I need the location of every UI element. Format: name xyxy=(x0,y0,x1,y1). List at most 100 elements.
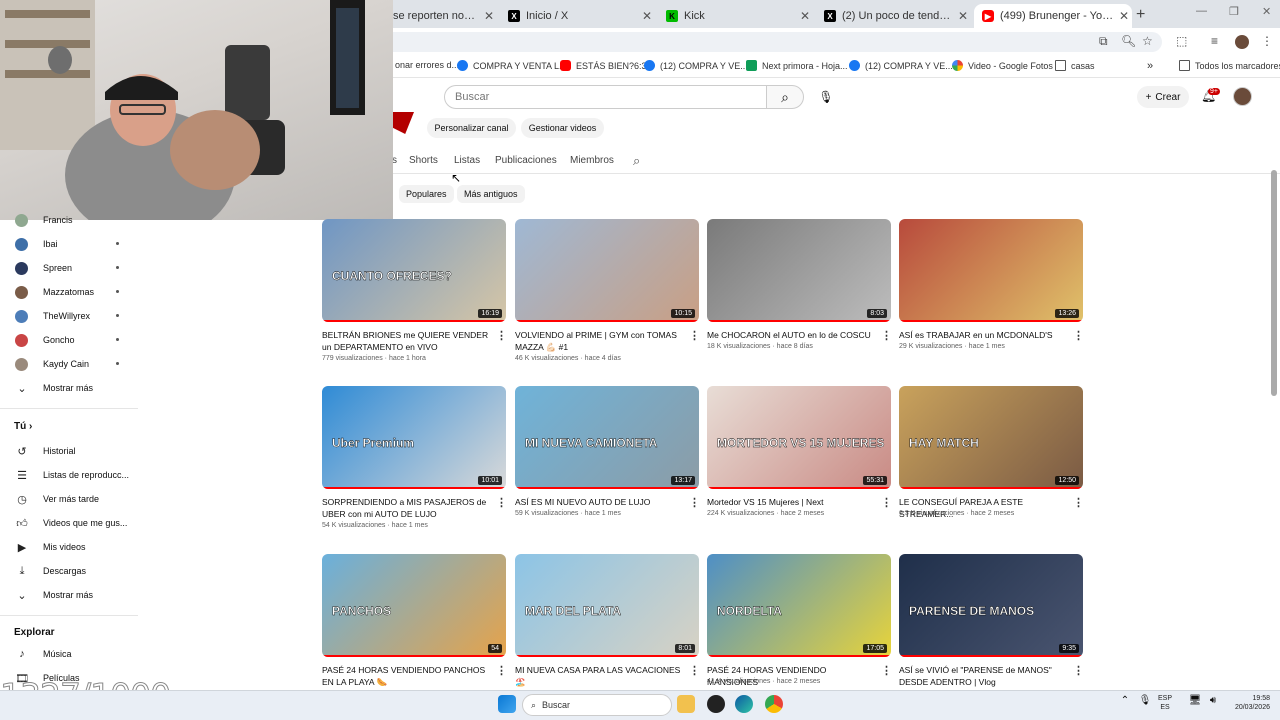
section-you[interactable]: Tú › xyxy=(14,421,32,432)
more-actions-icon[interactable]: ⋮ xyxy=(496,664,507,677)
search-input[interactable]: Buscar xyxy=(444,85,767,109)
sidebar-item-music[interactable]: ♪ Música xyxy=(0,642,138,666)
obs-icon[interactable] xyxy=(707,695,725,713)
video-card[interactable]: HAY MATCH 12:50 LE CONSEGUÍ PAREJA A ESTE … xyxy=(899,386,1084,546)
sidebar-item-mazzatomas[interactable]: Mazzatomas xyxy=(0,280,138,304)
minimize-icon[interactable]: — xyxy=(1196,5,1207,17)
video-thumbnail[interactable]: CUANTO OFRECES? 16:19 xyxy=(322,219,506,322)
bookmark-item[interactable]: Next primora - Hoja... xyxy=(746,60,848,71)
bookmark-item[interactable]: Video - Google Fotos xyxy=(952,60,1053,71)
bookmark-item[interactable]: onar errores d... xyxy=(395,60,459,70)
zoom-icon[interactable]: 🔍︎ xyxy=(1121,34,1136,48)
sidebar-show-more[interactable]: ⌄ Mostrar más xyxy=(0,376,138,400)
close-icon[interactable]: ✕ xyxy=(955,9,971,23)
video-card[interactable]: MAR DEL PLATA 8:01 MI NUEVA CASA PARA LAS … xyxy=(515,554,700,690)
bookmark-item[interactable]: (12) COMPRA Y VE... xyxy=(849,60,953,71)
tab-posts[interactable]: Publicaciones xyxy=(495,155,557,166)
account-avatar[interactable] xyxy=(1233,87,1252,106)
video-title[interactable]: Me CHOCARON el AUTO en lo de COSCU xyxy=(707,329,877,341)
sidebar-item-thewillyrex[interactable]: TheWillyrex xyxy=(0,304,138,328)
video-title[interactable]: Mortedor VS 15 Mujeres | Next xyxy=(707,496,877,508)
video-thumbnail[interactable]: 10:15 xyxy=(515,219,699,322)
edge-icon[interactable] xyxy=(735,695,753,713)
tab-shorts[interactable]: Shorts xyxy=(409,155,438,166)
video-card[interactable]: MORTEDOR VS 15 MUJERES 55:31 Mortedor VS 1… xyxy=(707,386,892,546)
sidebar-item-history[interactable]: ↺ Historial xyxy=(0,439,138,463)
voice-search-icon[interactable]: 🎙︎ xyxy=(815,86,837,108)
browser-tab[interactable]: K Kick ✕ xyxy=(658,4,813,28)
extensions-icon[interactable]: ⬚ xyxy=(1176,34,1187,48)
sidebar-item-ibai[interactable]: Ibai xyxy=(0,232,138,256)
more-actions-icon[interactable]: ⋮ xyxy=(881,496,892,509)
video-thumbnail[interactable]: MI NUEVA CAMIONETA 13:17 xyxy=(515,386,699,489)
install-app-icon[interactable]: ⧉ xyxy=(1099,34,1108,49)
video-thumbnail[interactable]: 13:26 xyxy=(899,219,1083,322)
sidebar-item-watch-later[interactable]: ◷ Ver más tarde xyxy=(0,487,138,511)
sidebar-item-kaydy-cain[interactable]: Kaydy Cain xyxy=(0,352,138,376)
more-actions-icon[interactable]: ⋮ xyxy=(689,664,700,677)
sidebar-item-downloads[interactable]: ⤓ Descargas xyxy=(0,559,138,583)
bookmark-item[interactable]: COMPRA Y VENTA L... xyxy=(457,60,567,71)
more-actions-icon[interactable]: ⋮ xyxy=(881,664,892,677)
close-icon[interactable]: ✕ xyxy=(481,9,497,23)
more-actions-icon[interactable]: ⋮ xyxy=(496,329,507,342)
bookmark-star-icon[interactable]: ☆ xyxy=(1142,34,1153,48)
search-button[interactable]: ⌕ xyxy=(766,85,804,109)
manage-videos-button[interactable]: Gestionar videos xyxy=(521,118,604,138)
video-title[interactable]: ASÍ ES MI NUEVO AUTO DE LUJO xyxy=(515,496,685,508)
video-card[interactable]: Uber Premium 10:01 SORPRENDIENDO a MIS PAS… xyxy=(322,386,507,546)
new-tab-icon[interactable]: + xyxy=(1136,6,1145,24)
video-thumbnail[interactable]: MAR DEL PLATA 8:01 xyxy=(515,554,699,657)
sidebar-item-playlists[interactable]: ☰ Listas de reproducc... xyxy=(0,463,138,487)
bookmark-item[interactable]: ESTÁS BIEN?6:33 xyxy=(560,60,652,71)
video-title[interactable]: PASÉ 24 HORAS VENDIENDO PANCHOS EN LA PL… xyxy=(322,664,492,688)
video-title[interactable]: SORPRENDIENDO a MIS PASAJEROS de UBER co… xyxy=(322,496,492,520)
more-actions-icon[interactable]: ⋮ xyxy=(496,496,507,509)
window-close-icon[interactable]: ✕ xyxy=(1262,5,1271,18)
browser-tab-active[interactable]: ▶ (499) Brunenger - YouTube✕ xyxy=(974,4,1132,28)
clock[interactable]: 19:58 20/03/2026 xyxy=(1222,694,1270,712)
profile-avatar-icon[interactable] xyxy=(1235,35,1249,49)
chip-popular[interactable]: Populares xyxy=(399,185,454,203)
more-actions-icon[interactable]: ⋮ xyxy=(1073,329,1084,342)
video-card[interactable]: 8:03 Me CHOCARON el AUTO en lo de COSCU ⋮ 1… xyxy=(707,219,892,379)
more-actions-icon[interactable]: ⋮ xyxy=(689,329,700,342)
sidebar-show-more-you[interactable]: ⌄ Mostrar más xyxy=(0,583,138,607)
video-title[interactable]: ASÍ es TRABAJAR en un MCDONALD'S xyxy=(899,329,1069,341)
browser-tab[interactable]: X Inicio / X ✕ xyxy=(500,4,655,28)
sidebar-item-my-videos[interactable]: ▶ Mis videos xyxy=(0,535,138,559)
video-thumbnail[interactable]: MORTEDOR VS 15 MUJERES 55:31 xyxy=(707,386,891,489)
video-thumbnail[interactable]: PANCHOS 54 xyxy=(322,554,506,657)
sidebar-item-liked[interactable]: 👍︎ Videos que me gus... xyxy=(0,511,138,535)
browser-tab[interactable]: X (2) Un poco de tendencias en X✕ xyxy=(816,4,971,28)
video-title[interactable]: MI NUEVA CASA PARA LAS VACACIONES 🏖️ xyxy=(515,664,685,688)
more-actions-icon[interactable]: ⋮ xyxy=(881,329,892,342)
address-bar[interactable] xyxy=(392,32,1162,52)
sidebar-item-goncho[interactable]: Goncho xyxy=(0,328,138,352)
windows-start-icon[interactable] xyxy=(498,695,516,713)
video-card[interactable]: PARENSE DE MANOS 9:35 ASÍ se VIVIÓ el "PAR… xyxy=(899,554,1084,690)
video-card[interactable]: CUANTO OFRECES? 16:19 BELTRÁN BRIONES me Q… xyxy=(322,219,507,379)
sidebar-item-francis[interactable]: Francis xyxy=(0,208,138,232)
network-icon[interactable]: 🖥︎ xyxy=(1186,695,1204,713)
customize-channel-button[interactable]: Personalizar canal xyxy=(427,118,516,138)
tab-members[interactable]: Miembros xyxy=(570,155,614,166)
video-thumbnail[interactable]: PARENSE DE MANOS 9:35 xyxy=(899,554,1083,657)
bookmarks-overflow-icon[interactable]: » xyxy=(1147,60,1153,72)
create-button[interactable]: + Crear xyxy=(1137,86,1189,108)
close-icon[interactable]: ✕ xyxy=(797,9,813,23)
close-icon[interactable]: ✕ xyxy=(1116,9,1132,23)
sidebar-item-spreen[interactable]: Spreen xyxy=(0,256,138,280)
restore-icon[interactable]: ❐ xyxy=(1229,5,1239,18)
file-explorer-icon[interactable] xyxy=(677,695,695,713)
browser-tab[interactable]: se reporten no? #regga✕ xyxy=(385,4,497,28)
bookmark-item[interactable]: casas xyxy=(1055,60,1095,71)
scrollbar[interactable] xyxy=(1271,170,1277,396)
video-card[interactable]: PANCHOS 54 PASÉ 24 HORAS VENDIENDO PANCHOS… xyxy=(322,554,507,690)
browser-menu-icon[interactable]: ⋮ xyxy=(1261,34,1273,48)
language-indicator[interactable]: ESP ES xyxy=(1158,694,1172,712)
video-thumbnail[interactable]: 8:03 xyxy=(707,219,891,322)
all-bookmarks[interactable]: Todos los marcadores xyxy=(1179,60,1280,71)
more-actions-icon[interactable]: ⋮ xyxy=(1073,496,1084,509)
tray-chevron-icon[interactable]: ⌃ xyxy=(1116,695,1134,713)
